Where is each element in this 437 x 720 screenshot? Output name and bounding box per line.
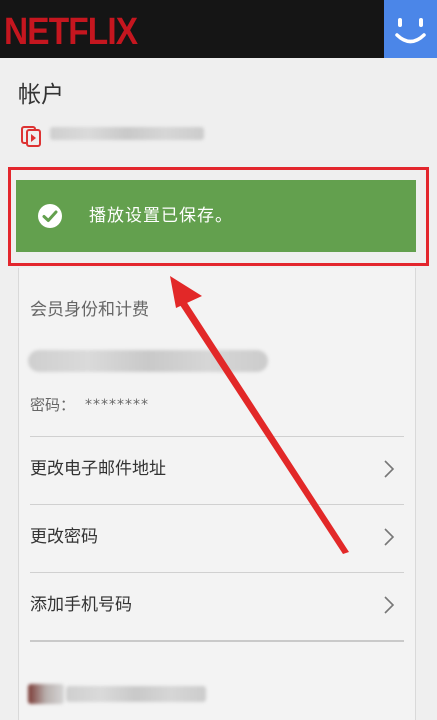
chevron-right-icon — [384, 596, 395, 614]
blurred-email — [28, 350, 268, 372]
add-phone-row[interactable]: 添加手机号码 — [18, 572, 414, 638]
chevron-right-icon — [384, 460, 395, 478]
app-header: NETFLIX — [0, 0, 437, 58]
profile-avatar[interactable] — [384, 0, 437, 58]
password-label: 密码： — [30, 396, 76, 414]
blurred-plan-icon — [28, 684, 64, 704]
alert-message: 播放设置已保存。 — [89, 206, 233, 226]
blurred-member-info — [50, 127, 204, 140]
membership-section-title: 会员身份和计费 — [30, 300, 149, 320]
success-alert: 播放设置已保存。 — [16, 180, 416, 252]
smiley-icon — [395, 18, 426, 44]
check-circle-icon — [38, 204, 62, 228]
page-title: 帐户 — [18, 82, 64, 108]
change-email-row[interactable]: 更改电子邮件地址 — [18, 436, 414, 502]
blurred-plan-info — [66, 686, 206, 702]
membership-icon — [21, 126, 41, 147]
change-password-label: 更改密码 — [30, 527, 98, 547]
password-value: ******** — [85, 397, 149, 413]
netflix-logo[interactable]: NETFLIX — [4, 12, 138, 52]
add-phone-label: 添加手机号码 — [30, 595, 132, 615]
chevron-right-icon — [384, 528, 395, 546]
section-divider — [30, 640, 404, 642]
change-email-label: 更改电子邮件地址 — [30, 459, 166, 479]
change-password-row[interactable]: 更改密码 — [18, 504, 414, 570]
